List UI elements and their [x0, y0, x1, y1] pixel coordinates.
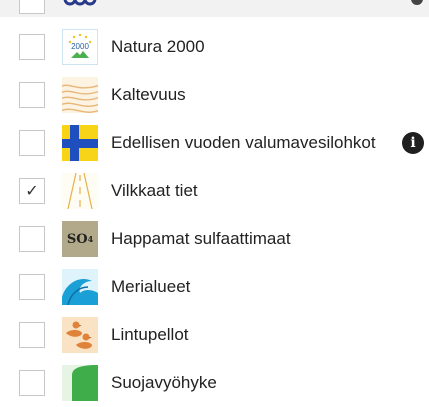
- previous-row-partial: [0, 0, 429, 17]
- layer-label: Lintupellot: [111, 325, 189, 344]
- layer-row-natura[interactable]: 2000 Natura 2000: [0, 23, 429, 71]
- layer-label: Natura 2000: [111, 37, 205, 56]
- layer-checkbox[interactable]: [19, 82, 45, 108]
- layer-label: Edellisen vuoden valumavesilohkot: [111, 133, 376, 152]
- slope-contour-icon: [62, 77, 98, 113]
- layer-row-kaltevuus[interactable]: Kaltevuus: [0, 71, 429, 119]
- layer-label: Vilkkaat tiet: [111, 181, 198, 200]
- layer-label: Happamat sulfaattimaat: [111, 229, 291, 248]
- sulfate-soil-icon: SO 4: [62, 221, 98, 257]
- svg-text:2000: 2000: [71, 42, 89, 51]
- layer-checkbox[interactable]: [19, 34, 45, 60]
- layer-row-happamat[interactable]: SO 4 Happamat sulfaattimaat: [0, 215, 429, 263]
- layer-label: Kaltevuus: [111, 85, 186, 104]
- layer-row-vilkkaat[interactable]: ✓ Vilkkaat tiet: [0, 167, 429, 215]
- layer-checkbox[interactable]: [19, 130, 45, 156]
- layer-checkbox[interactable]: [19, 370, 45, 396]
- layer-row-lintu[interactable]: Lintupellot: [0, 311, 429, 359]
- natura-2000-icon: 2000: [62, 29, 98, 65]
- layer-row-valuma[interactable]: Edellisen vuoden valumavesilohkot i: [0, 119, 429, 167]
- check-mark-icon: ✓: [25, 183, 39, 200]
- sea-wave-icon: [62, 269, 98, 305]
- layer-checkbox[interactable]: [19, 322, 45, 348]
- info-icon[interactable]: i: [402, 132, 424, 154]
- layer-checkbox[interactable]: [19, 226, 45, 252]
- busy-road-icon: [62, 173, 98, 209]
- layer-checkbox-checked[interactable]: ✓: [19, 178, 45, 204]
- partial-layer-icon: [62, 0, 98, 16]
- layer-row-meri[interactable]: Merialueet: [0, 263, 429, 311]
- layer-checkbox[interactable]: [19, 274, 45, 300]
- partial-checkbox[interactable]: [19, 0, 45, 14]
- layer-label: Merialueet: [111, 277, 191, 296]
- bird-fields-icon: [62, 317, 98, 353]
- runoff-blocks-icon: [62, 125, 98, 161]
- buffer-zone-icon: [62, 365, 98, 401]
- partial-info-icon[interactable]: [411, 0, 423, 5]
